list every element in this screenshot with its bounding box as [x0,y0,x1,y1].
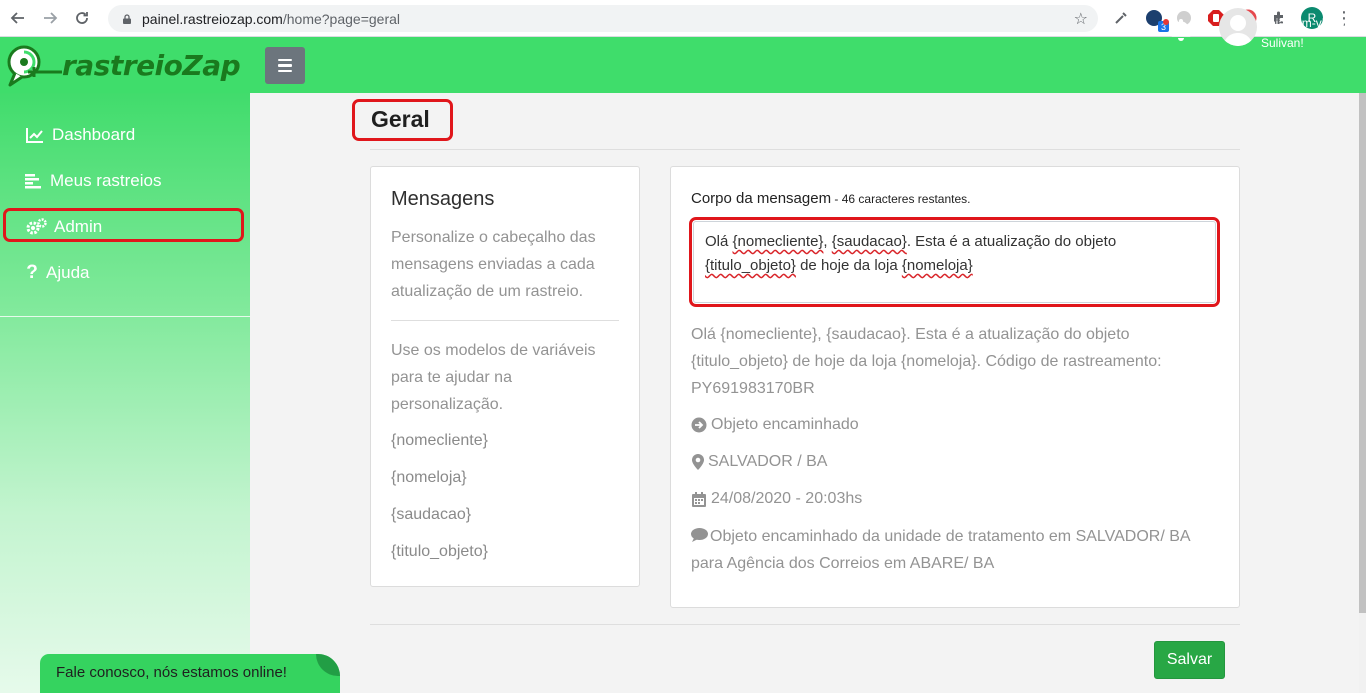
map-marker-icon [691,454,704,470]
hamburger-bar [278,58,292,62]
textarea-highlight-annotation [689,217,1220,307]
menu-toggle-button[interactable] [265,47,305,84]
form-divider [370,624,1240,625]
datetime-line: 24/08/2020 - 20:03hs [691,490,862,508]
sidebar-item-label: Ajuda [46,263,90,282]
mensagens-card: Mensagens Personalize o cabeçalho das me… [370,166,640,587]
corpo-label-text: Corpo da mensagem [691,190,832,207]
corpo-label: Corpo da mensagem - 46 caracteres restan… [691,190,970,207]
forward-icon[interactable] [36,4,64,32]
variable-nomecliente: {nomecliente} [391,432,488,449]
url-path: /home?page=geral [282,10,401,27]
comment-icon [691,528,708,542]
bell-icon[interactable] [1168,16,1194,42]
list-icon [24,173,42,189]
user-avatar[interactable] [1219,8,1257,46]
characters-remaining: - 46 caracteres restantes. [831,192,971,206]
status-text: Objeto encaminhado [711,416,859,433]
page-title: Geral [371,106,430,132]
mensagens-title: Mensagens [391,188,495,210]
variable-saudacao: {saudacao} [391,506,472,523]
mensagens-divider [391,320,619,321]
welcome-text: Seja bem-vindo, Sulivan! [1261,16,1348,50]
eyedropper-extension-icon[interactable] [1110,7,1132,29]
title-divider [370,149,1240,150]
corpo-card: Corpo da mensagem - 46 caracteres restan… [670,166,1240,608]
status-line: Objeto encaminhado [691,416,859,434]
variable-nomeloja: {nomeloja} [391,469,467,486]
url-host: painel.rastreiozap.com [142,10,283,27]
app-header: rastreioZap [0,37,1366,93]
sidebar-divider [0,316,250,317]
sidebar: Dashboard Meus rastreios Admin ? Ajuda [0,93,250,693]
detail-text: Objeto encaminhado da unidade de tratame… [691,528,1190,572]
admin-highlight-annotation [3,208,244,242]
mensagens-description: Personalize o cabeçalho das mensagens en… [391,229,596,300]
chat-corner [316,654,340,676]
hamburger-bar [278,69,292,73]
chat-widget[interactable]: Fale conosco, nós estamos online! [40,654,340,693]
calendar-icon [691,491,707,507]
save-button[interactable]: Salvar [1154,641,1225,679]
chart-line-icon [24,127,46,143]
mensagens-help: Use os modelos de variáveis para te ajud… [391,342,596,413]
logo-text: rastreioZap [62,48,241,82]
variable-titulo-objeto: {titulo_objeto} [391,543,488,560]
logo-location-icon [7,45,62,87]
sidebar-item-ajuda[interactable]: ? Ajuda [24,258,89,288]
sidebar-item-label: Meus rastreios [50,171,162,190]
logo[interactable]: rastreioZap [4,40,248,90]
back-icon[interactable] [4,4,32,32]
lock-icon [123,13,131,24]
reload-icon[interactable] [68,4,96,32]
sidebar-item-label: Dashboard [52,125,136,144]
browser-toolbar: painel.rastreiozap.com/home?page=geral ☆… [0,0,1366,37]
message-preview: Olá {nomecliente}, {saudacao}. Esta é a … [691,326,1162,397]
detail-line: Objeto encaminhado da unidade de tratame… [691,523,1211,577]
extension-badge-icon[interactable]: 3 [1143,7,1169,32]
sidebar-item-meus-rastreios[interactable]: Meus rastreios [24,166,161,196]
arrow-circle-icon [691,417,707,433]
page-scrollbar[interactable] [1359,93,1366,693]
location-line: SALVADOR / BA [691,453,827,471]
sidebar-item-dashboard[interactable]: Dashboard [24,120,135,150]
bookmark-star-icon[interactable]: ☆ [1074,9,1088,29]
hamburger-bar [278,64,292,67]
scrollbar-thumb[interactable] [1359,93,1366,613]
address-bar[interactable]: painel.rastreiozap.com/home?page=geral ☆ [108,5,1098,32]
location-text: SALVADOR / BA [708,453,828,470]
question-icon: ? [26,262,38,283]
datetime-text: 24/08/2020 - 20:03hs [711,490,863,507]
chat-text: Fale conosco, nós estamos online! [56,664,287,681]
